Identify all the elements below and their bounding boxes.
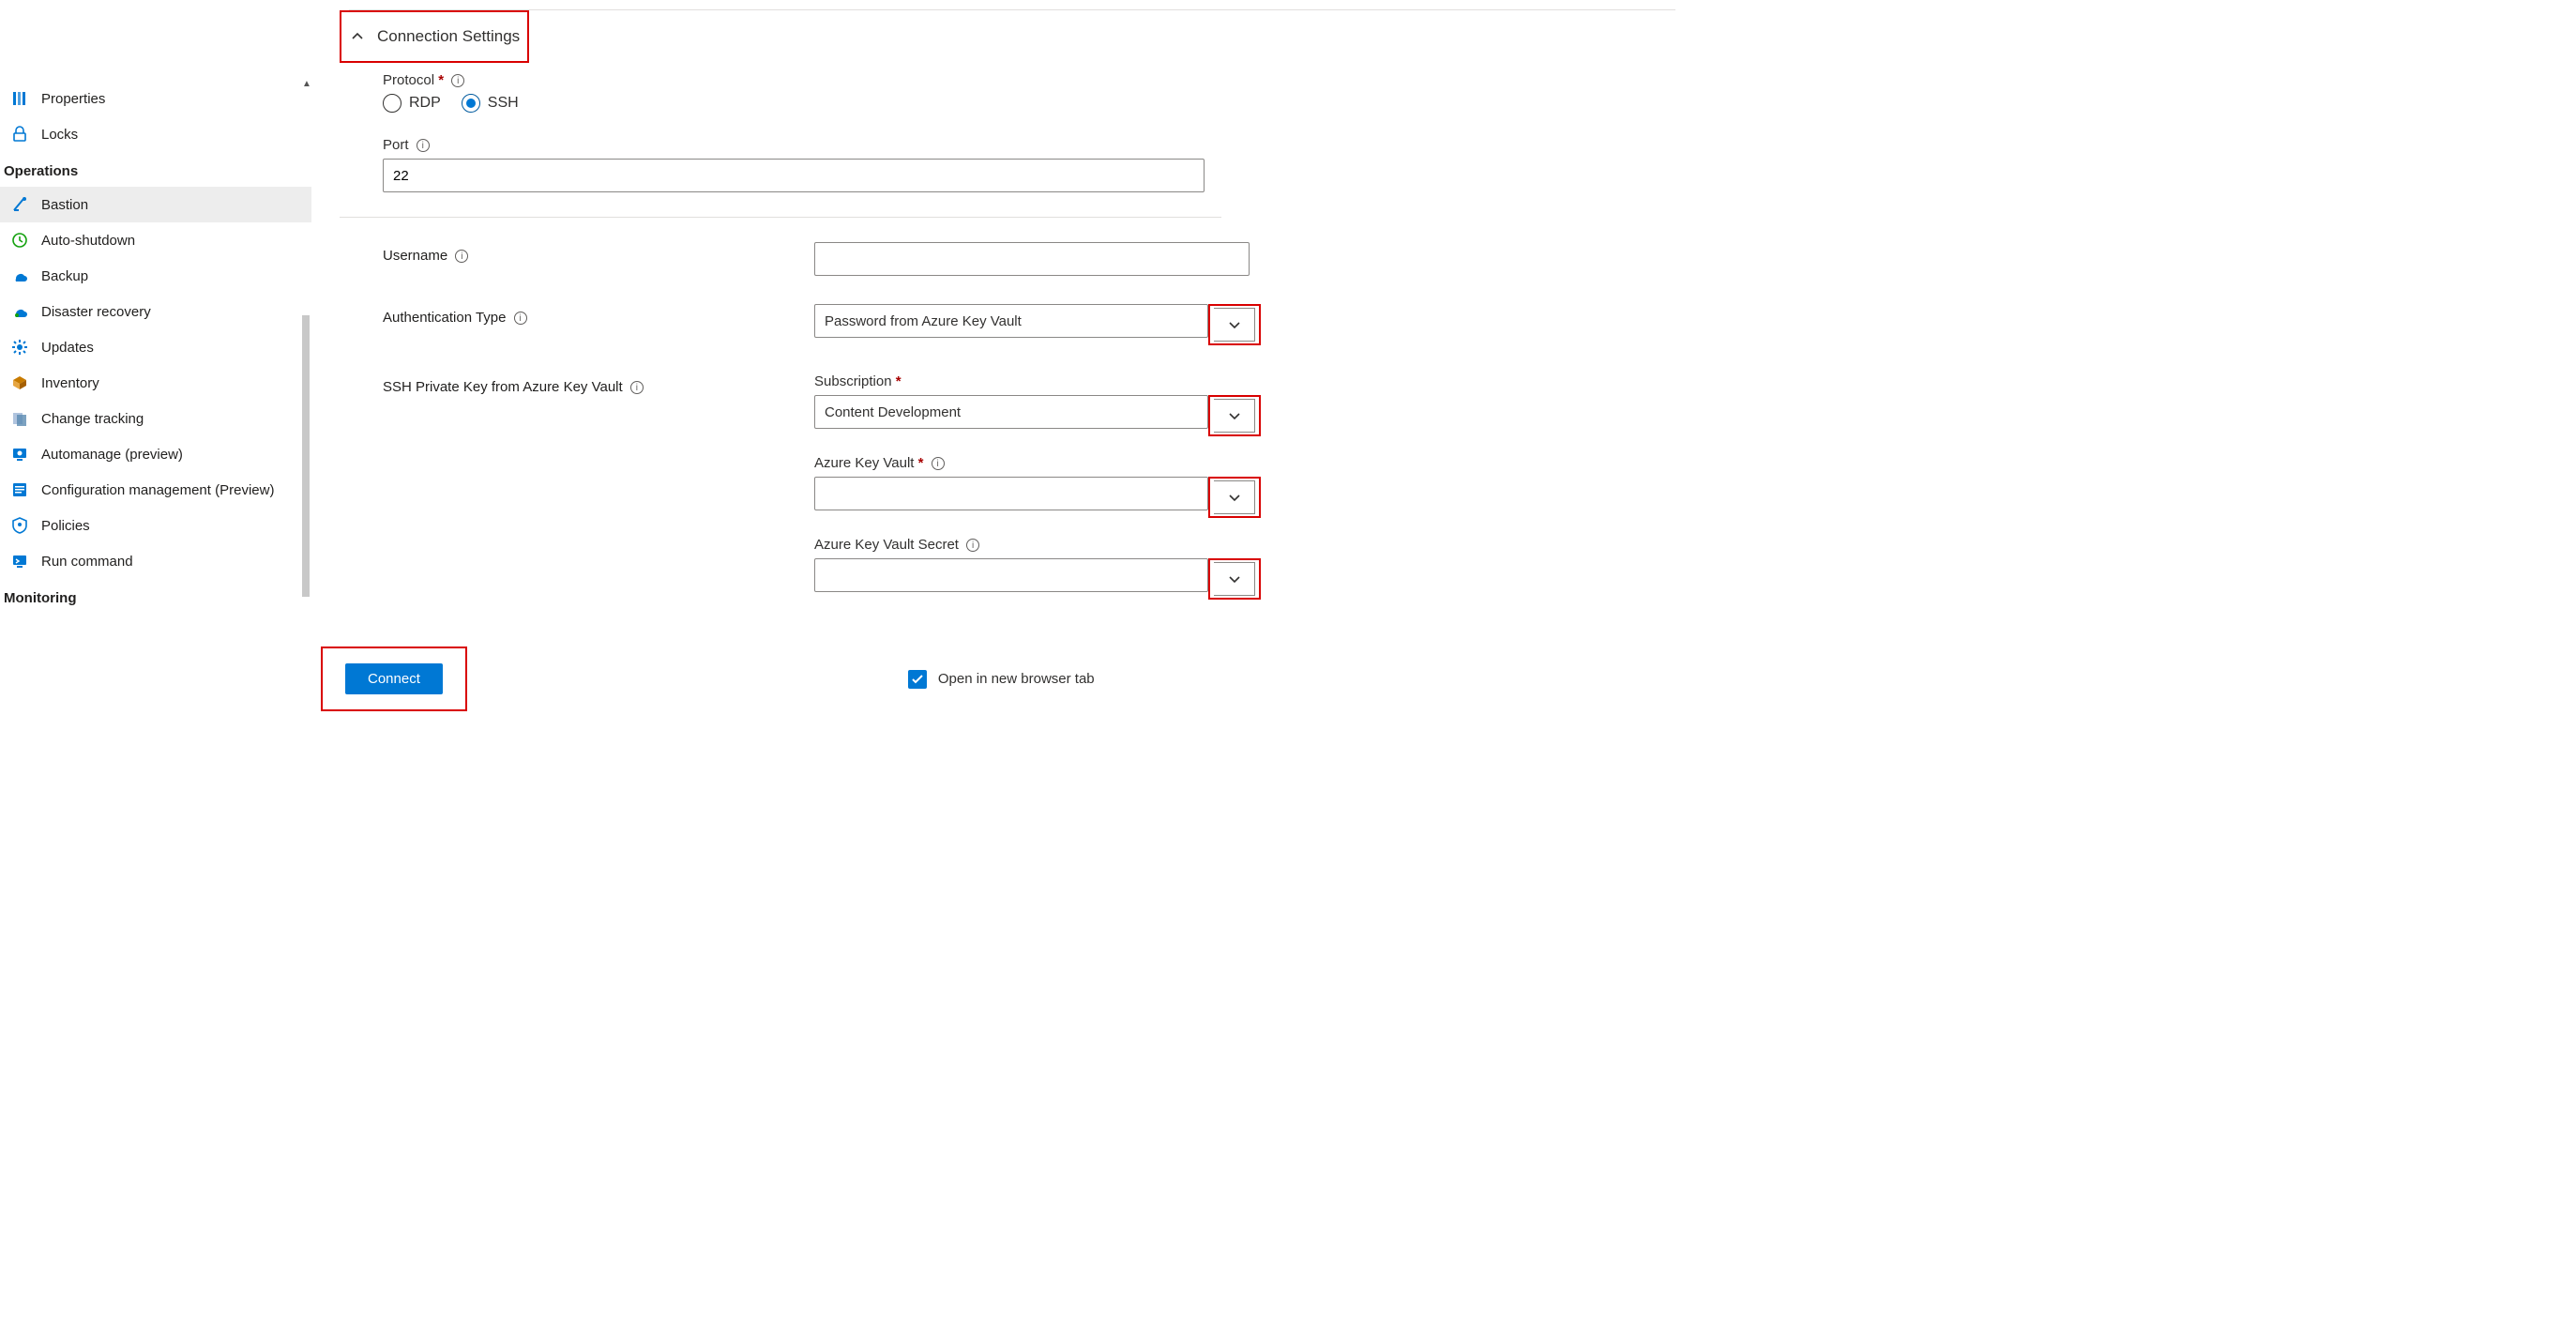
info-icon[interactable]: i bbox=[451, 74, 464, 87]
divider bbox=[349, 9, 1675, 10]
radio-icon bbox=[383, 94, 402, 113]
protocol-rdp-radio[interactable]: RDP bbox=[383, 94, 441, 113]
chevron-down-icon[interactable] bbox=[1214, 399, 1255, 433]
checkbox-label: Open in new browser tab bbox=[938, 671, 1095, 687]
open-new-tab-checkbox[interactable]: Open in new browser tab bbox=[908, 670, 1095, 689]
lock-icon bbox=[11, 126, 28, 143]
sidebar-item-locks[interactable]: Locks bbox=[0, 116, 311, 152]
sidebar-item-run-command[interactable]: Run command bbox=[0, 543, 311, 579]
info-icon[interactable]: i bbox=[455, 250, 468, 263]
box-icon bbox=[11, 374, 28, 391]
required-star: * bbox=[918, 455, 924, 471]
key-vault-secret-dropdown-highlight bbox=[1208, 558, 1261, 600]
info-icon[interactable]: i bbox=[966, 539, 979, 552]
subscription-select[interactable]: Content Development bbox=[814, 395, 1283, 436]
config-icon bbox=[11, 481, 28, 498]
username-input[interactable] bbox=[814, 242, 1250, 276]
protocol-radio-group: RDP SSH bbox=[383, 94, 2557, 113]
ssh-keyvault-label: SSH Private Key from Azure Key Vault i bbox=[383, 373, 814, 395]
backup-icon bbox=[11, 267, 28, 284]
sidebar-item-label: Automanage (preview) bbox=[41, 447, 183, 463]
sidebar-item-label: Properties bbox=[41, 91, 105, 107]
key-vault-select[interactable] bbox=[814, 477, 1283, 518]
info-icon[interactable]: i bbox=[630, 381, 644, 394]
sidebar-item-properties[interactable]: Properties bbox=[0, 81, 311, 116]
sidebar-item-label: Disaster recovery bbox=[41, 304, 151, 320]
info-icon[interactable]: i bbox=[932, 457, 945, 470]
key-vault-dropdown-highlight bbox=[1208, 477, 1261, 518]
sidebar-scrollbar[interactable]: ▲ bbox=[300, 81, 311, 730]
key-vault-label: Azure Key Vault * i bbox=[814, 455, 1283, 471]
required-star: * bbox=[438, 72, 444, 88]
sidebar-item-change-tracking[interactable]: Change tracking bbox=[0, 401, 311, 436]
gear-icon bbox=[11, 339, 28, 356]
auth-type-label: Authentication Type i bbox=[383, 304, 814, 326]
run-icon bbox=[11, 553, 28, 570]
radio-label: SSH bbox=[488, 95, 519, 112]
auth-type-select[interactable]: Password from Azure Key Vault bbox=[814, 304, 1283, 345]
info-icon[interactable]: i bbox=[514, 312, 527, 325]
auth-type-value: Password from Azure Key Vault bbox=[825, 313, 1198, 329]
sidebar-item-label: Run command bbox=[41, 554, 133, 570]
clock-icon bbox=[11, 232, 28, 249]
section-title: Connection Settings bbox=[377, 27, 520, 46]
sidebar-item-auto-shutdown[interactable]: Auto-shutdown bbox=[0, 222, 311, 258]
port-input[interactable] bbox=[383, 159, 1205, 192]
sidebar-item-label: Configuration management (Preview) bbox=[41, 482, 274, 498]
sidebar-section-monitoring: Monitoring bbox=[0, 579, 311, 614]
content-panel: Connection Settings Protocol * i RDP SSH bbox=[311, 0, 2576, 730]
policies-icon bbox=[11, 517, 28, 534]
connection-settings-header[interactable]: Connection Settings bbox=[341, 12, 527, 61]
sidebar-item-disaster-recovery[interactable]: Disaster recovery bbox=[0, 294, 311, 329]
chevron-up-icon bbox=[351, 30, 364, 43]
chevron-down-icon[interactable] bbox=[1214, 480, 1255, 514]
sidebar-item-label: Policies bbox=[41, 518, 90, 534]
sidebar-item-bastion[interactable]: Bastion bbox=[0, 187, 311, 222]
radio-icon bbox=[462, 94, 480, 113]
sidebar-item-label: Bastion bbox=[41, 197, 88, 213]
scrollbar-thumb[interactable] bbox=[302, 315, 310, 597]
sidebar-item-label: Inventory bbox=[41, 375, 99, 391]
sidebar-item-inventory[interactable]: Inventory bbox=[0, 365, 311, 401]
subscription-value: Content Development bbox=[825, 404, 1198, 420]
protocol-ssh-radio[interactable]: SSH bbox=[462, 94, 519, 113]
chevron-down-icon[interactable] bbox=[1214, 308, 1255, 342]
protocol-label: Protocol * i bbox=[383, 72, 2557, 88]
properties-icon bbox=[11, 90, 28, 107]
sidebar-item-label: Auto-shutdown bbox=[41, 233, 135, 249]
sidebar-item-backup[interactable]: Backup bbox=[0, 258, 311, 294]
divider bbox=[340, 217, 1221, 218]
scroll-up-icon[interactable]: ▲ bbox=[302, 79, 311, 89]
key-vault-secret-label: Azure Key Vault Secret i bbox=[814, 537, 1283, 553]
sidebar-item-updates[interactable]: Updates bbox=[0, 329, 311, 365]
port-label: Port i bbox=[383, 137, 2557, 153]
tracking-icon bbox=[11, 410, 28, 427]
sidebar-item-label: Change tracking bbox=[41, 411, 144, 427]
dr-icon bbox=[11, 303, 28, 320]
connect-button[interactable]: Connect bbox=[345, 663, 443, 694]
subscription-label: Subscription * bbox=[814, 373, 1283, 389]
sidebar-section-operations: Operations bbox=[0, 152, 311, 187]
required-star: * bbox=[896, 373, 902, 389]
sidebar-item-label: Locks bbox=[41, 127, 78, 143]
connection-settings-highlight: Connection Settings bbox=[340, 10, 529, 63]
sidebar-item-label: Updates bbox=[41, 340, 94, 356]
radio-label: RDP bbox=[409, 95, 441, 112]
checkbox-checked-icon bbox=[908, 670, 927, 689]
key-vault-secret-select[interactable] bbox=[814, 558, 1283, 600]
bastion-icon bbox=[11, 196, 28, 213]
auth-type-dropdown-highlight bbox=[1208, 304, 1261, 345]
sidebar-item-label: Backup bbox=[41, 268, 88, 284]
automanage-icon bbox=[11, 446, 28, 463]
sidebar: Properties Locks Operations Bastion Auto… bbox=[0, 0, 311, 730]
sidebar-item-policies[interactable]: Policies bbox=[0, 508, 311, 543]
info-icon[interactable]: i bbox=[417, 139, 430, 152]
sidebar-item-configuration-management[interactable]: Configuration management (Preview) bbox=[0, 472, 311, 508]
subscription-dropdown-highlight bbox=[1208, 395, 1261, 436]
chevron-down-icon[interactable] bbox=[1214, 562, 1255, 596]
sidebar-item-automanage[interactable]: Automanage (preview) bbox=[0, 436, 311, 472]
username-label: Username i bbox=[383, 242, 814, 264]
connect-button-highlight: Connect bbox=[321, 647, 467, 711]
